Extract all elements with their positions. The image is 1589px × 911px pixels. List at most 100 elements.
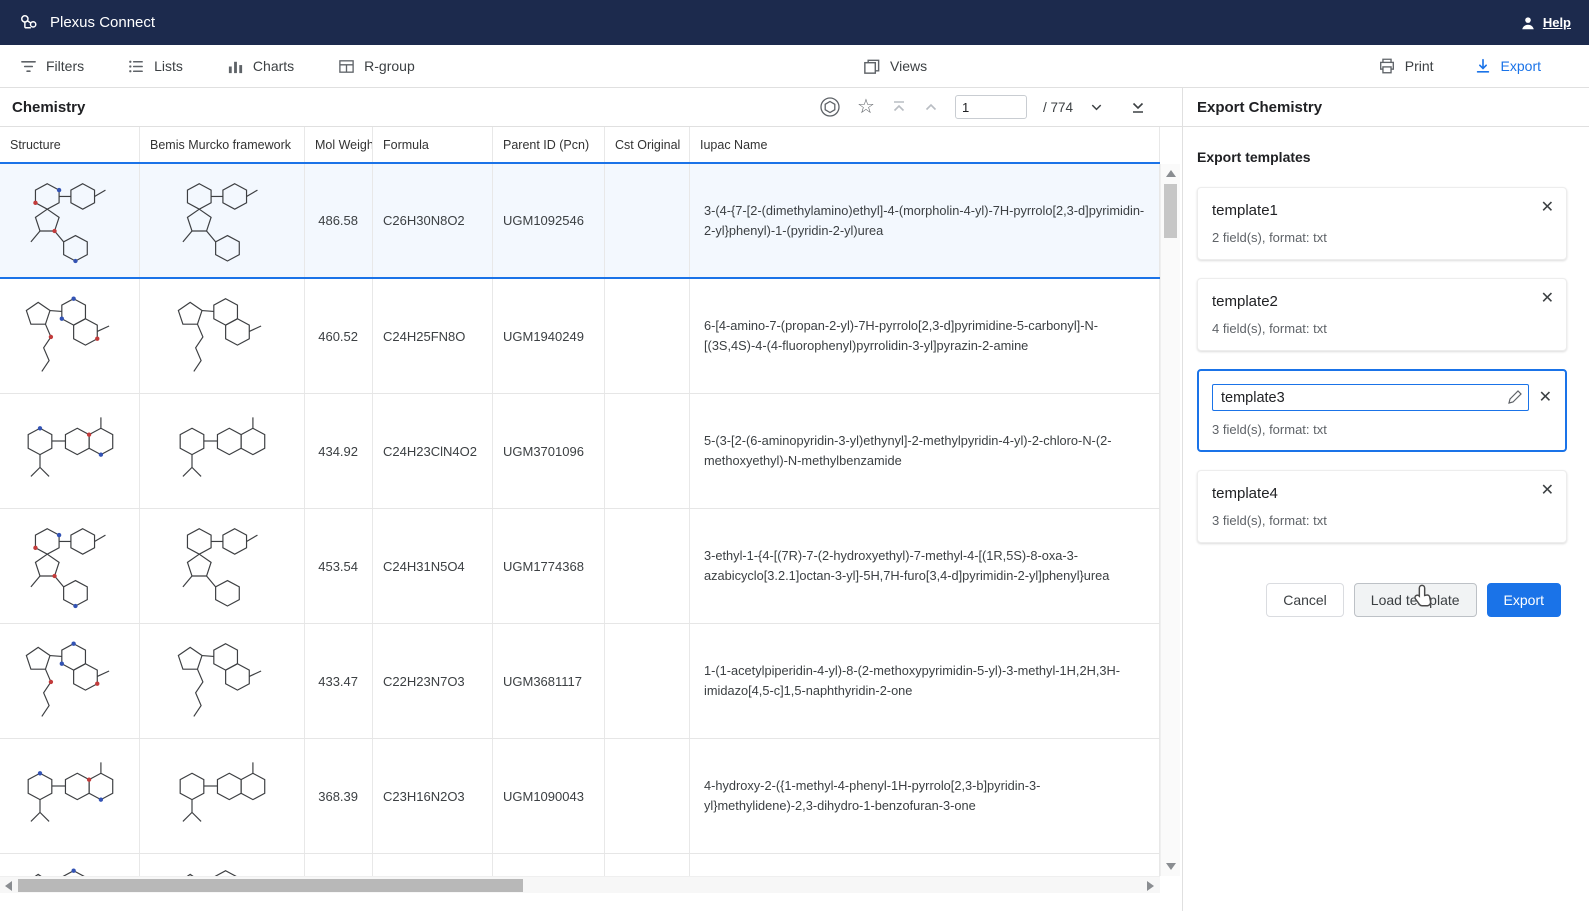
chemistry-grid: Chemistry ☆ / [0, 88, 1182, 911]
help-label: Help [1543, 15, 1571, 30]
app-title: Plexus Connect [50, 14, 155, 31]
parent-id-cell: UGM1940249 [493, 279, 605, 393]
mol-weight-cell: 460.52 [305, 279, 373, 393]
cst-original-cell [605, 624, 690, 738]
framework-image [140, 624, 305, 738]
scroll-right-arrow[interactable] [1144, 880, 1156, 892]
bar-chart-icon [227, 58, 244, 75]
template-name-input[interactable] [1212, 384, 1529, 411]
mol-weight-cell: 368.39 [305, 739, 373, 853]
record-dropdown-icon[interactable] [1089, 100, 1104, 115]
template-name: template2 [1212, 293, 1552, 310]
first-record-icon[interactable] [891, 99, 907, 115]
column-header-structure[interactable]: Structure [0, 127, 140, 162]
views-button[interactable]: Views [862, 57, 927, 76]
formula-cell: C24H25FN8O [373, 279, 493, 393]
scroll-up-arrow[interactable] [1165, 168, 1177, 180]
horizontal-scrollbar [0, 876, 1160, 893]
table-row[interactable]: 460.52 C24H25FN8O UGM1940249 6-[4-amino-… [0, 279, 1160, 394]
scroll-left-arrow[interactable] [3, 880, 15, 892]
plexus-logo-icon [18, 12, 40, 34]
template-card-4[interactable]: template4 ✕ 3 field(s), format: txt [1197, 470, 1567, 543]
template-card-1[interactable]: template1 ✕ 2 field(s), format: txt [1197, 187, 1567, 260]
export-button-toolbar[interactable]: Export [1474, 57, 1541, 75]
mol-weight-cell: 433.47 [305, 624, 373, 738]
iupac-name-cell: 3-(4-{7-[2-(dimethylamino)ethyl]-4-(morp… [690, 164, 1160, 277]
load-template-button[interactable]: Load template [1354, 583, 1477, 617]
column-header-mol-weight[interactable]: Mol Weigh [305, 127, 373, 162]
formula-cell: C22H23N7O3 [373, 624, 493, 738]
filter-icon [20, 58, 37, 75]
scroll-down-arrow[interactable] [1165, 860, 1177, 872]
filters-button[interactable]: Filters [20, 58, 84, 75]
iupac-name-cell: 5-(3-[2-(6-aminopyridin-3-yl)ethynyl]-2-… [690, 394, 1160, 508]
download-icon [1474, 57, 1492, 75]
template-card-2[interactable]: template2 ✕ 4 field(s), format: txt [1197, 278, 1567, 351]
framework-image [140, 279, 305, 393]
lists-button[interactable]: Lists [128, 58, 183, 75]
column-header-parent-id[interactable]: Parent ID (Pcn) [493, 127, 605, 162]
template-name: template1 [1212, 202, 1552, 219]
vertical-scroll-thumb[interactable] [1164, 184, 1177, 238]
rgroup-button[interactable]: R-group [338, 58, 415, 75]
formula-cell: C26H30N8O2 [373, 164, 493, 277]
views-label: Views [890, 58, 927, 74]
structure-image [0, 279, 140, 393]
print-button[interactable]: Print [1378, 57, 1434, 75]
help-button[interactable]: Help [1519, 14, 1571, 32]
table-row[interactable]: 433.47 C22H23N7O3 UGM3681117 1-(1-acetyl… [0, 624, 1160, 739]
structure-search-icon[interactable] [819, 96, 841, 118]
delete-template-icon[interactable]: ✕ [1541, 291, 1554, 307]
vertical-scrollbar [1160, 164, 1180, 876]
template-details: 3 field(s), format: txt [1212, 422, 1552, 437]
filters-label: Filters [46, 58, 84, 74]
mol-weight-cell: 434.92 [305, 394, 373, 508]
last-record-icon[interactable] [1130, 99, 1146, 115]
framework-image [140, 164, 305, 277]
parent-id-cell: UGM1774368 [493, 509, 605, 623]
delete-template-icon[interactable]: ✕ [1541, 200, 1554, 216]
cancel-button[interactable]: Cancel [1266, 583, 1344, 617]
template-name: template4 [1212, 485, 1552, 502]
parent-id-cell: UGM1092546 [493, 164, 605, 277]
column-header-framework[interactable]: Bemis Murcko framework [140, 127, 305, 162]
delete-template-icon[interactable]: ✕ [1539, 390, 1552, 406]
export-panel-title: Export Chemistry [1183, 88, 1589, 127]
mol-weight-cell: 453.54 [305, 509, 373, 623]
export-confirm-button[interactable]: Export [1487, 583, 1561, 617]
export-panel: Export Chemistry Export templates templa… [1182, 88, 1589, 911]
structure-image [0, 394, 140, 508]
record-total-label: / 774 [1043, 100, 1073, 115]
favorite-star-icon[interactable]: ☆ [857, 97, 875, 117]
framework-image [140, 854, 305, 876]
column-header-iupac[interactable]: Iupac Name [690, 127, 1160, 162]
table-row[interactable]: 368.39 C23H16N2O3 UGM1090043 4-hydroxy-2… [0, 739, 1160, 854]
list-icon [128, 58, 145, 75]
column-header-formula[interactable]: Formula [373, 127, 493, 162]
charts-label: Charts [253, 58, 294, 74]
table-row[interactable]: 486.58 C26H30N8O2 UGM1092546 3-(4-{7-[2-… [0, 164, 1160, 279]
table-row[interactable]: 453.54 C24H31N5O4 UGM1774368 3-ethyl-1-{… [0, 509, 1160, 624]
print-label: Print [1405, 58, 1434, 74]
horizontal-scroll-thumb[interactable] [18, 879, 523, 892]
framework-image [140, 509, 305, 623]
page-title: Chemistry [12, 99, 85, 116]
parent-id-cell: UGM1090043 [493, 739, 605, 853]
previous-record-icon[interactable] [923, 99, 939, 115]
charts-button[interactable]: Charts [227, 58, 294, 75]
structure-image [0, 854, 140, 876]
lists-label: Lists [154, 58, 183, 74]
table-row-partial[interactable] [0, 854, 1160, 876]
mol-weight-cell: 486.58 [305, 164, 373, 277]
iupac-name-cell: 6-[4-amino-7-(propan-2-yl)-7H-pyrrolo[2,… [690, 279, 1160, 393]
column-header-cst-original[interactable]: Cst Original [605, 127, 690, 162]
parent-id-cell: UGM3701096 [493, 394, 605, 508]
edit-pencil-icon[interactable] [1507, 389, 1523, 405]
rgroup-label: R-group [364, 58, 415, 74]
delete-template-icon[interactable]: ✕ [1541, 483, 1554, 499]
record-number-input[interactable] [955, 95, 1027, 119]
template-card-3-selected[interactable]: ✕ 3 field(s), format: txt [1197, 369, 1567, 452]
table-row[interactable]: 434.92 C24H23ClN4O2 UGM3701096 5-(3-[2-(… [0, 394, 1160, 509]
views-icon [862, 57, 881, 76]
structure-image [0, 164, 140, 277]
